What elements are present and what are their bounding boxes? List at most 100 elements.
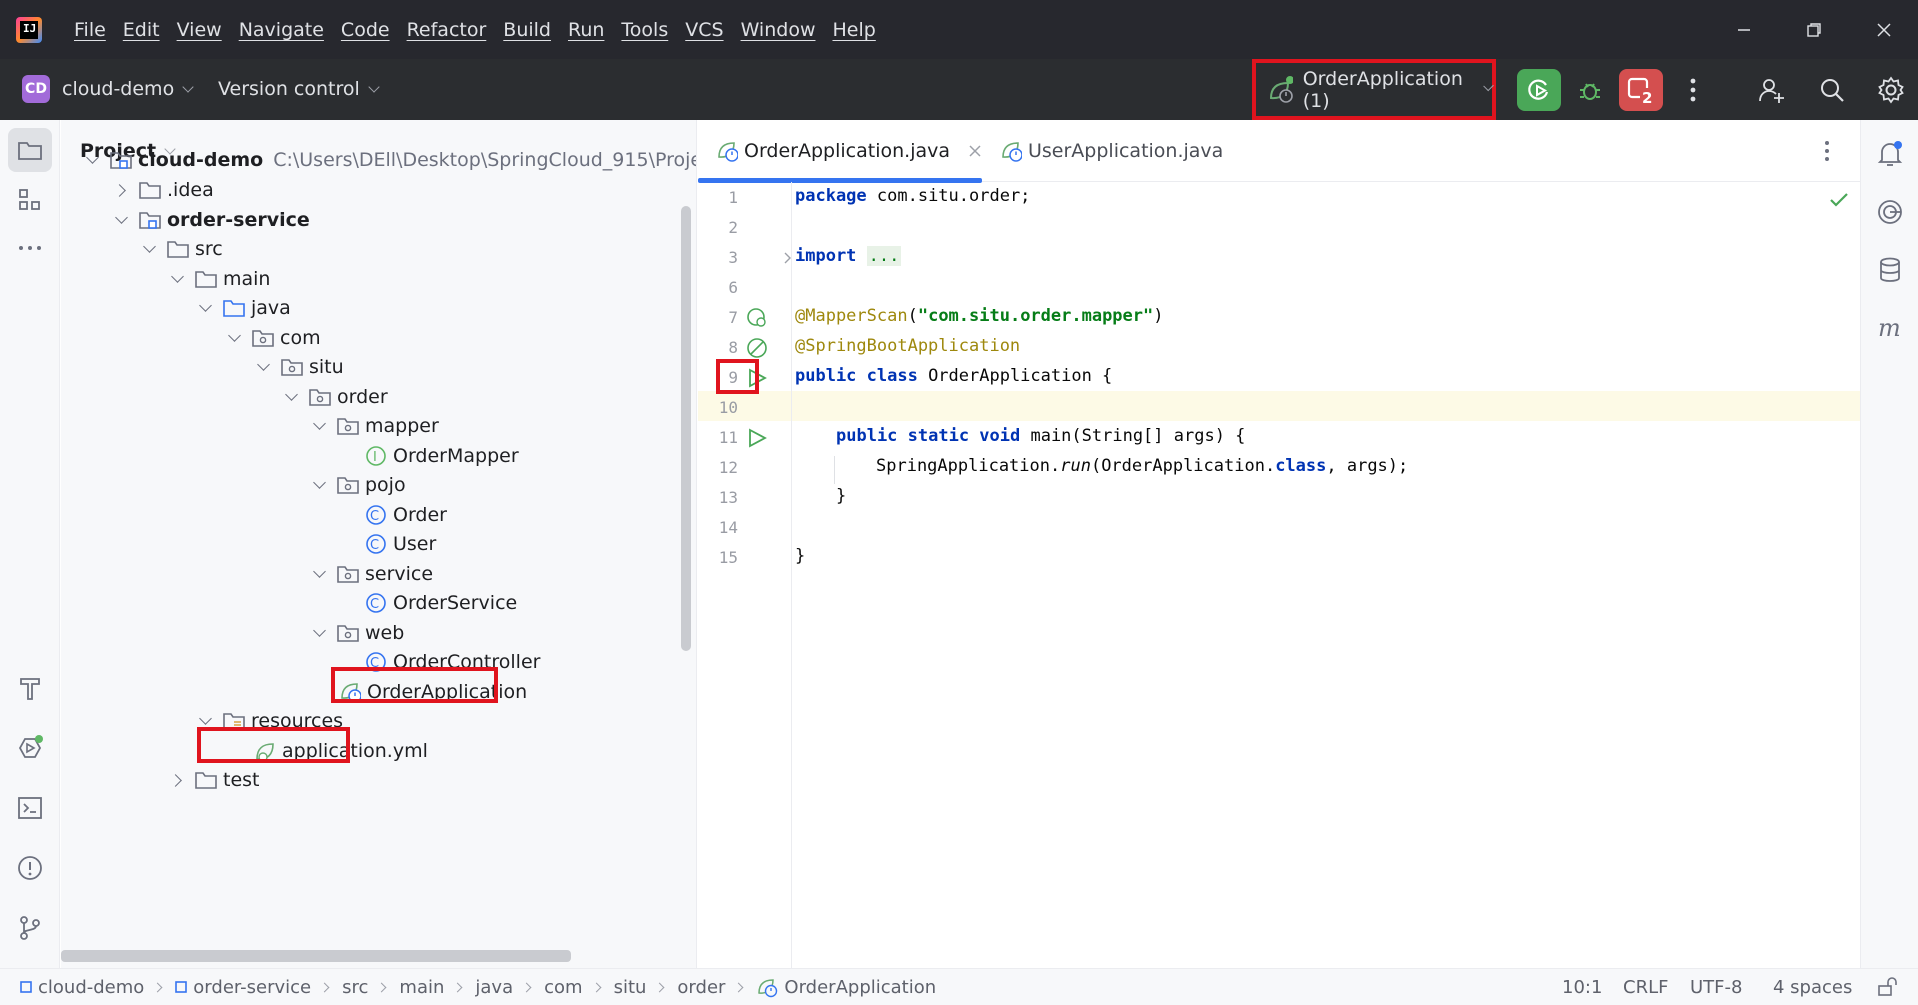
database-button[interactable] [1868, 248, 1912, 292]
active-tab-indicator [698, 178, 982, 183]
menu-navigate[interactable]: Navigate [239, 19, 324, 41]
line-separator[interactable]: CRLF [1623, 977, 1668, 998]
expand-arrow-icon[interactable] [311, 418, 327, 434]
expand-arrow-icon[interactable] [113, 212, 129, 228]
menu-bar: IJ File Edit View Navigate Code Refactor… [0, 0, 1918, 59]
breadcrumb-main[interactable]: main [399, 977, 444, 998]
menu-file[interactable]: File [74, 19, 106, 41]
spring-bean-gutter-icon[interactable] [745, 336, 769, 360]
expand-arrow-icon[interactable] [169, 271, 185, 287]
no-problems-check-icon[interactable] [1829, 192, 1849, 212]
expand-arrow-icon[interactable] [197, 300, 213, 316]
menu-code[interactable]: Code [341, 19, 390, 41]
minimize-icon [1738, 28, 1750, 31]
breadcrumb-situ[interactable]: situ [614, 977, 647, 998]
code-line-13[interactable]: } [836, 486, 846, 506]
breadcrumb-cloud-demo[interactable]: cloud-demo [20, 977, 144, 998]
search-everywhere-button[interactable] [1815, 73, 1849, 107]
tab-userapplication-java[interactable]: UserApplication.java [1000, 120, 1223, 182]
mybatis-mapper-gutter-icon[interactable] [745, 306, 769, 330]
code-line-15[interactable]: } [795, 546, 805, 566]
structure-tool-button[interactable] [8, 178, 52, 222]
menu-window[interactable]: Window [741, 19, 816, 41]
code-line-11[interactable]: public static void main(String[] args) { [836, 426, 1245, 446]
build-tool-button[interactable] [8, 666, 52, 710]
caret-position[interactable]: 10:1 [1562, 977, 1602, 998]
more-tools-button[interactable] [8, 226, 52, 270]
expand-arrow-icon[interactable] [311, 625, 327, 641]
rerun-button[interactable] [1517, 69, 1561, 111]
intellij-logo-icon[interactable]: IJ [16, 16, 42, 43]
restore-button[interactable] [1779, 0, 1849, 59]
settings-button[interactable] [1874, 73, 1908, 107]
breadcrumb-com[interactable]: com [544, 977, 582, 998]
breadcrumb-order[interactable]: order [677, 977, 725, 998]
more-vertical-icon [1690, 78, 1696, 102]
menu-edit[interactable]: Edit [123, 19, 160, 41]
ai-assistant-button[interactable] [1868, 190, 1912, 234]
breadcrumb-order-service[interactable]: order-service [175, 977, 311, 998]
project-horizontal-scrollbar[interactable] [61, 950, 571, 962]
tree-node-test[interactable]: test [169, 762, 260, 798]
breadcrumb-src[interactable]: src [342, 977, 368, 998]
maven-button[interactable]: m [1868, 306, 1912, 350]
expand-arrow-icon[interactable] [283, 389, 299, 405]
project-selector[interactable]: cloud-demo [62, 78, 194, 100]
code-line-1[interactable]: package com.situ.order; [795, 186, 1030, 206]
run-main-gutter-button[interactable] [745, 426, 769, 450]
code-method: run [1060, 456, 1091, 476]
close-tab-icon[interactable] [968, 144, 982, 158]
notifications-button[interactable] [1868, 132, 1912, 176]
services-tool-button[interactable] [8, 726, 52, 770]
code-line-9[interactable]: public class OrderApplication { [795, 366, 1112, 386]
folded-imports[interactable]: ... [866, 246, 902, 266]
hammer-icon [20, 678, 40, 700]
expand-arrow-icon[interactable] [311, 566, 327, 582]
problems-tool-button[interactable] [8, 846, 52, 890]
project-tool-button[interactable] [8, 128, 52, 172]
menu-view[interactable]: View [177, 19, 222, 41]
code-line-8[interactable]: @SpringBootApplication [795, 336, 1020, 356]
module-icon [175, 981, 188, 993]
project-vertical-scrollbar[interactable] [681, 206, 691, 651]
navigation-breadcrumb: cloud-demo order-service src main java c… [20, 976, 936, 998]
collapse-arrow-icon[interactable] [113, 182, 129, 198]
minimize-button[interactable] [1709, 0, 1779, 59]
tree-node-label: OrderService [393, 592, 518, 614]
code-text: } [836, 486, 847, 506]
expand-arrow-icon[interactable] [84, 152, 100, 168]
menu-vcs[interactable]: VCS [685, 19, 723, 41]
project-badge[interactable]: CD [22, 75, 50, 103]
run-configuration-selector[interactable]: OrderApplication (1) [1252, 59, 1496, 120]
menu-tools[interactable]: Tools [621, 19, 668, 41]
breadcrumb-orderapplication[interactable]: OrderApplication [756, 976, 936, 998]
version-control-selector[interactable]: Version control [218, 78, 380, 100]
tab-orderapplication-java[interactable]: OrderApplication.java [716, 120, 982, 182]
folder-icon [195, 268, 217, 290]
code-line-12[interactable]: SpringApplication.run(OrderApplication.c… [876, 456, 1408, 476]
chevron-down-icon [368, 81, 380, 93]
git-tool-button[interactable] [8, 906, 52, 950]
breadcrumb-java[interactable]: java [475, 977, 513, 998]
stop-button[interactable]: 2 [1619, 69, 1663, 111]
menu-help[interactable]: Help [832, 19, 875, 41]
menu-refactor[interactable]: Refactor [407, 19, 487, 41]
read-only-toggle[interactable] [1877, 977, 1897, 1002]
tab-options-button[interactable] [1824, 140, 1830, 166]
expand-arrow-icon[interactable] [311, 477, 327, 493]
expand-arrow-icon[interactable] [141, 241, 157, 257]
file-encoding[interactable]: UTF-8 [1690, 977, 1742, 998]
menu-run[interactable]: Run [568, 19, 604, 41]
menu-build[interactable]: Build [503, 19, 551, 41]
code-line-3[interactable]: import ... [795, 246, 902, 266]
indent-setting[interactable]: 4 spaces [1773, 977, 1852, 998]
close-window-button[interactable] [1849, 0, 1918, 59]
terminal-tool-button[interactable] [8, 786, 52, 830]
more-actions-button[interactable] [1676, 73, 1710, 107]
code-line-7[interactable]: @MapperScan("com.situ.order.mapper") [795, 306, 1164, 326]
code-with-me-button[interactable] [1755, 73, 1789, 107]
expand-arrow-icon[interactable] [255, 359, 271, 375]
collapse-arrow-icon[interactable] [169, 772, 185, 788]
debug-button[interactable] [1573, 73, 1607, 107]
expand-arrow-icon[interactable] [226, 330, 242, 346]
